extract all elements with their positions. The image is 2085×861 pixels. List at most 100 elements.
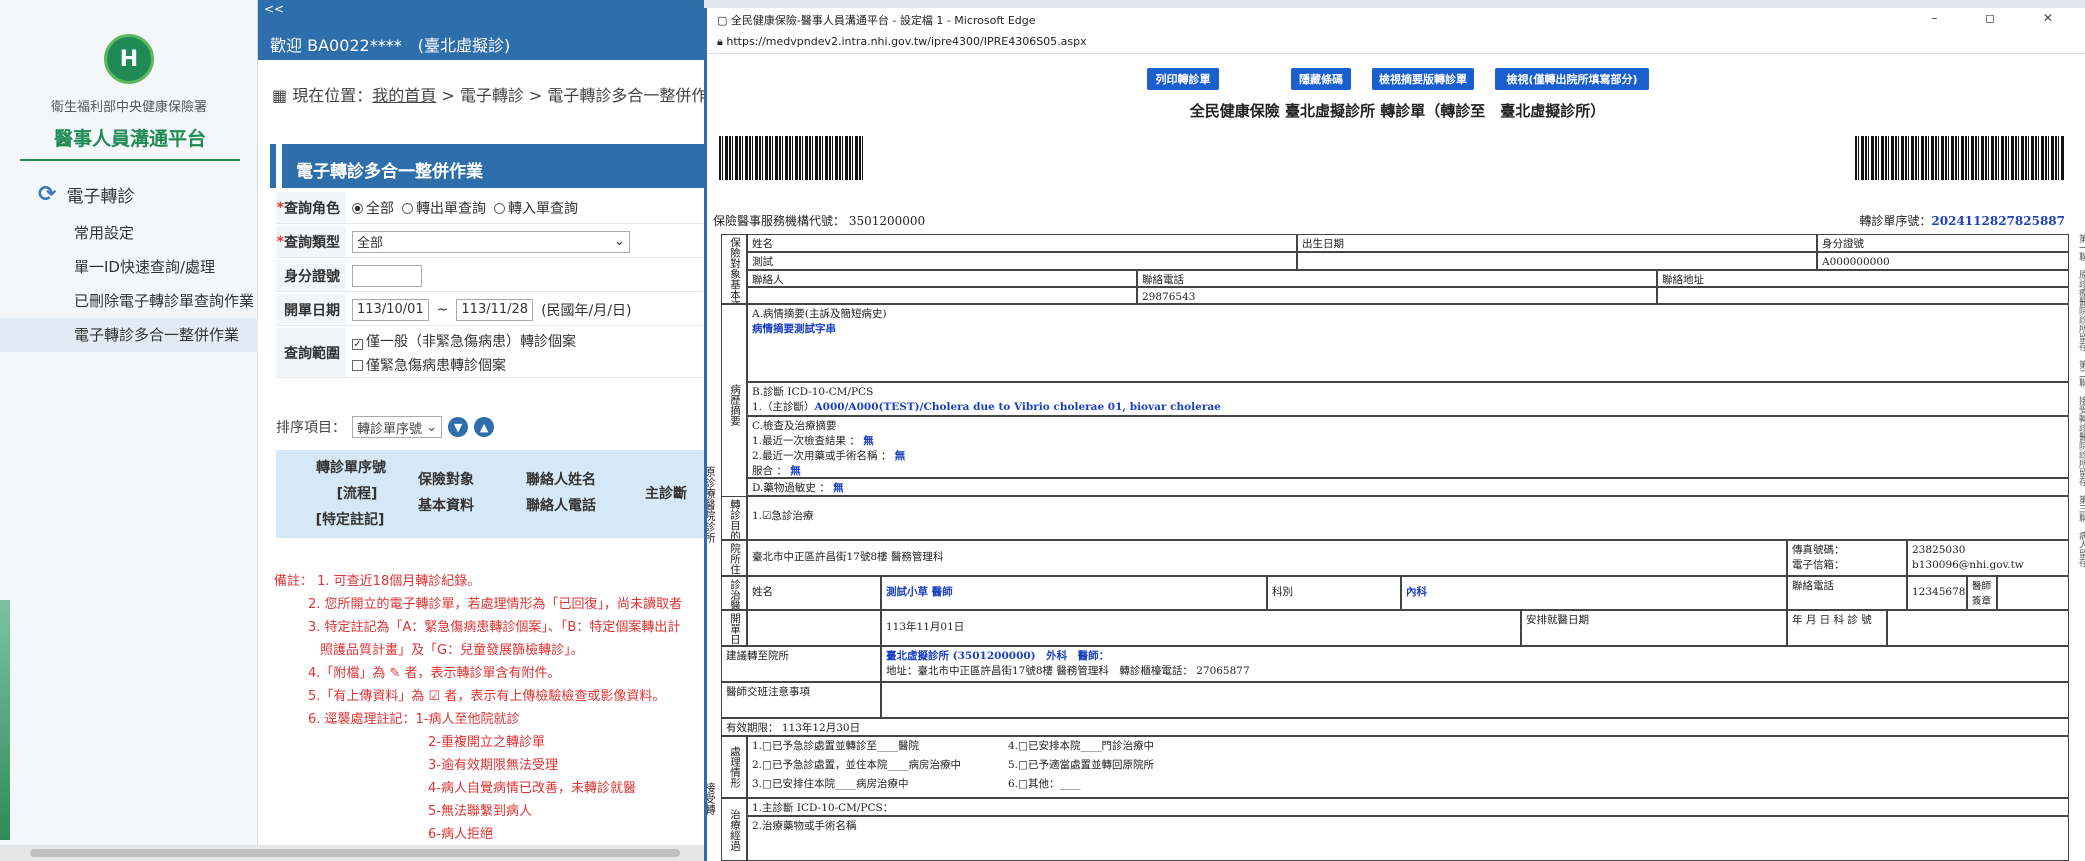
welcome-text: 歡迎 BA0022**** (臺北虛擬診)	[270, 36, 511, 55]
s2-label: 病歷摘要	[721, 304, 747, 506]
platform-title[interactable]: 醫事人員溝通平台	[20, 124, 240, 161]
page-icon: ▢	[717, 14, 728, 27]
role-label: * 查詢角色	[276, 192, 346, 223]
sidebar-item-settings[interactable]: 常用設定	[0, 216, 258, 250]
role-radio-all[interactable]: 全部	[352, 198, 394, 218]
th-mark: [特定註記]	[315, 512, 385, 528]
row-date: 開單日期 113/10/01 ~ 113/11/28 (民國年/月/日)	[276, 294, 706, 326]
sort-select[interactable]: 轉診單序號 ⌄	[352, 416, 443, 438]
contact-phone-value: 29876543	[1137, 287, 1657, 304]
treat-1: 1.主診斷 ICD-10-CM/PCS：	[747, 798, 2069, 816]
org-name: 衛生福利部中央健康保險署	[50, 100, 207, 115]
open-blank	[747, 610, 881, 646]
sort-bar: 排序項目： 轉診單序號 ⌄ ▼ ▲	[276, 416, 495, 438]
name-value: 測試	[747, 252, 1297, 270]
collapse-sidebar-link[interactable]: <<	[264, 2, 284, 16]
sidebar-item-id-query[interactable]: 單一ID快速查詢/處理	[0, 250, 258, 284]
note-line: 3. 特定註記為「A：緊急傷病患轉診個案」、「B：特定個案轉出計	[308, 620, 681, 635]
addr-value: 臺北市中正區許昌街17號8樓 醫務管理科	[747, 540, 1787, 576]
sidebar-item-combined[interactable]: 電子轉診多合一整併作業	[0, 318, 258, 352]
screen: H 衛生福利部中央健康保險署 醫事人員溝通平台 ⟳ 電子轉診 常用設定 單一ID…	[0, 0, 2085, 861]
type-select[interactable]: 全部 ⌄	[352, 230, 630, 253]
barcode-left	[719, 136, 863, 180]
row-id: 身分證號	[276, 260, 706, 292]
sidebar-items: 常用設定 單一ID快速查詢/處理 已刪除電子轉診單查詢作業 電子轉診多合一整併作…	[0, 216, 258, 352]
th-flow: [流程]	[336, 486, 378, 502]
handle-options: 1.□已予急診處置並轉診至____醫院 2.□已予急診處置，並住本院____病房…	[747, 736, 2069, 798]
row-scope: 查詢範圍 ✓ 僅一般（非緊急傷病患）轉診個案 僅緊急傷病患轉診個案	[276, 328, 706, 378]
date-label: 開單日期	[276, 294, 346, 325]
open-value: 113年11月01日	[881, 610, 1521, 646]
contact-value	[747, 287, 1137, 304]
valid-label: 有效期限： 113年12月30日	[721, 718, 2069, 736]
role-radio-in[interactable]: 轉入單查詢	[494, 198, 578, 218]
phone-value: 12345678	[1907, 576, 1967, 610]
refresh-icon: ⟳	[38, 182, 57, 207]
recv-label: 接受轉	[707, 736, 721, 861]
id-input[interactable]	[352, 264, 422, 287]
note-line: 照護品質計畫」及「G：兒童發展篩檢轉診」。	[320, 643, 584, 658]
doctor-name-label: 姓名	[747, 576, 881, 610]
breadcrumb-home-link[interactable]: 我的首頁	[372, 86, 436, 105]
role-radio-out[interactable]: 轉出單查詢	[402, 198, 486, 218]
chevron-down-icon: ⌄	[614, 234, 625, 249]
print-button[interactable]: 列印轉診單	[1147, 68, 1219, 90]
id-value: A000000000	[1817, 252, 2069, 270]
date-to-input[interactable]: 113/11/28	[456, 298, 534, 321]
grid-icon: ▦	[272, 86, 288, 105]
license-label: 醫師簽章	[1967, 576, 1997, 610]
sidebar-item-deleted-query[interactable]: 已刪除電子轉診單查詢作業	[0, 284, 258, 318]
type-label: * 查詢類型	[276, 226, 346, 257]
scope-checkbox-emergency[interactable]: 僅緊急傷病患轉診個案	[352, 355, 506, 375]
side-label: 原診療醫院診所	[707, 304, 721, 704]
purpose-value: 1.☑急診治療	[747, 496, 2069, 540]
treat-label: 治療經過	[721, 798, 747, 861]
contact-label: 聯絡人	[747, 270, 1137, 287]
appt-blank	[1887, 610, 2069, 646]
sort-desc-icon[interactable]: ▼	[448, 417, 469, 437]
row-type: * 查詢類型 全部 ⌄	[276, 226, 706, 258]
sidebar: H 衛生福利部中央健康保險署 醫事人員溝通平台 ⟳ 電子轉診 常用設定 單一ID…	[0, 0, 258, 861]
date-hint: (民國年/月/日)	[541, 302, 632, 319]
section-d: D.藥物過敏史 ： 無	[747, 478, 2069, 496]
sort-label: 排序項目：	[276, 420, 346, 436]
treat-2: 2.治療藥物或手術名稱	[747, 816, 2069, 861]
sort-asc-icon[interactable]: ▲	[474, 417, 495, 437]
breadcrumb-rest: > 電子轉診 > 電子轉診多合一整併作業	[436, 86, 724, 105]
horizontal-scrollbar[interactable]	[0, 845, 704, 861]
summary-view-button[interactable]: 檢視摘要版轉診單	[1372, 68, 1474, 90]
note-line: 6-病人拒絕	[428, 827, 493, 842]
th-serial[interactable]: 轉診單序號	[316, 456, 386, 480]
panel-title: 電子轉診多合一整併作業	[276, 144, 706, 188]
fax-email-values: 23825030 b130096@nhi.gov.tw	[1907, 540, 2069, 576]
scope-label: 查詢範圍	[276, 328, 346, 377]
sidebar-section-label: 電子轉診	[66, 187, 135, 207]
note-line: 3-逾有效期限無法受理	[428, 758, 558, 773]
date-from-input[interactable]: 113/10/01	[352, 298, 429, 321]
scrollbar-thumb[interactable]	[30, 849, 680, 857]
copy-notice: 第一聯：原診療醫院診所留存，第二聯：接受轉診醫院診所留存，第三聯：病人留存	[2077, 234, 2085, 567]
top-bar: << 歡迎 BA0022**** (臺北虛擬診)	[258, 0, 704, 60]
scope-checkbox-general[interactable]: ✓ 僅一般（非緊急傷病患）轉診個案	[352, 331, 576, 351]
open-label: 開單日期	[721, 610, 747, 646]
lock-icon: 🔒︎	[717, 35, 723, 48]
address-bar[interactable]: 🔒︎ https://medvpndev2.intra.nhi.gov.tw/i…	[707, 32, 2085, 54]
contact-addr-label: 聯絡地址	[1657, 270, 2069, 287]
section-a: A.病情摘要(主訴及簡短病史) 病情摘要測試字串	[747, 304, 2069, 382]
id-label: 身分證號	[276, 260, 346, 291]
sidebar-section-referral[interactable]: ⟳ 電子轉診	[38, 182, 134, 207]
note-line: 備註： 1. 可查近18個月轉診紀錄。	[274, 574, 481, 589]
breadcrumb: ▦ 現在位置：我的首頁 > 電子轉診 > 電子轉診多合一整併作業	[272, 82, 723, 106]
doctor-label: 診治醫師	[721, 576, 747, 610]
hide-barcode-button[interactable]: 隱藏條碼	[1291, 68, 1351, 90]
window-controls[interactable]: – ◻ ✕	[1931, 11, 2075, 25]
barcode-right	[1855, 136, 2065, 180]
th-insured: 保險對象	[418, 472, 474, 488]
partial-view-button[interactable]: 檢視(僅轉出院所填寫部分)	[1495, 68, 1649, 90]
url-text: https://medvpndev2.intra.nhi.gov.tw/ipre…	[726, 35, 1087, 48]
doctor-name-value: 測試小草 醫師	[881, 576, 1267, 610]
date-sep: ~	[436, 301, 449, 318]
doc-title: 全民健康保險 臺北虛擬診所 轉診單（轉診至 臺北虛擬診所）	[1189, 102, 1606, 120]
dept-value: 內科	[1401, 576, 1787, 610]
note-line: 6. 逕襲處理註記：1-病人至他院就診	[308, 712, 520, 727]
